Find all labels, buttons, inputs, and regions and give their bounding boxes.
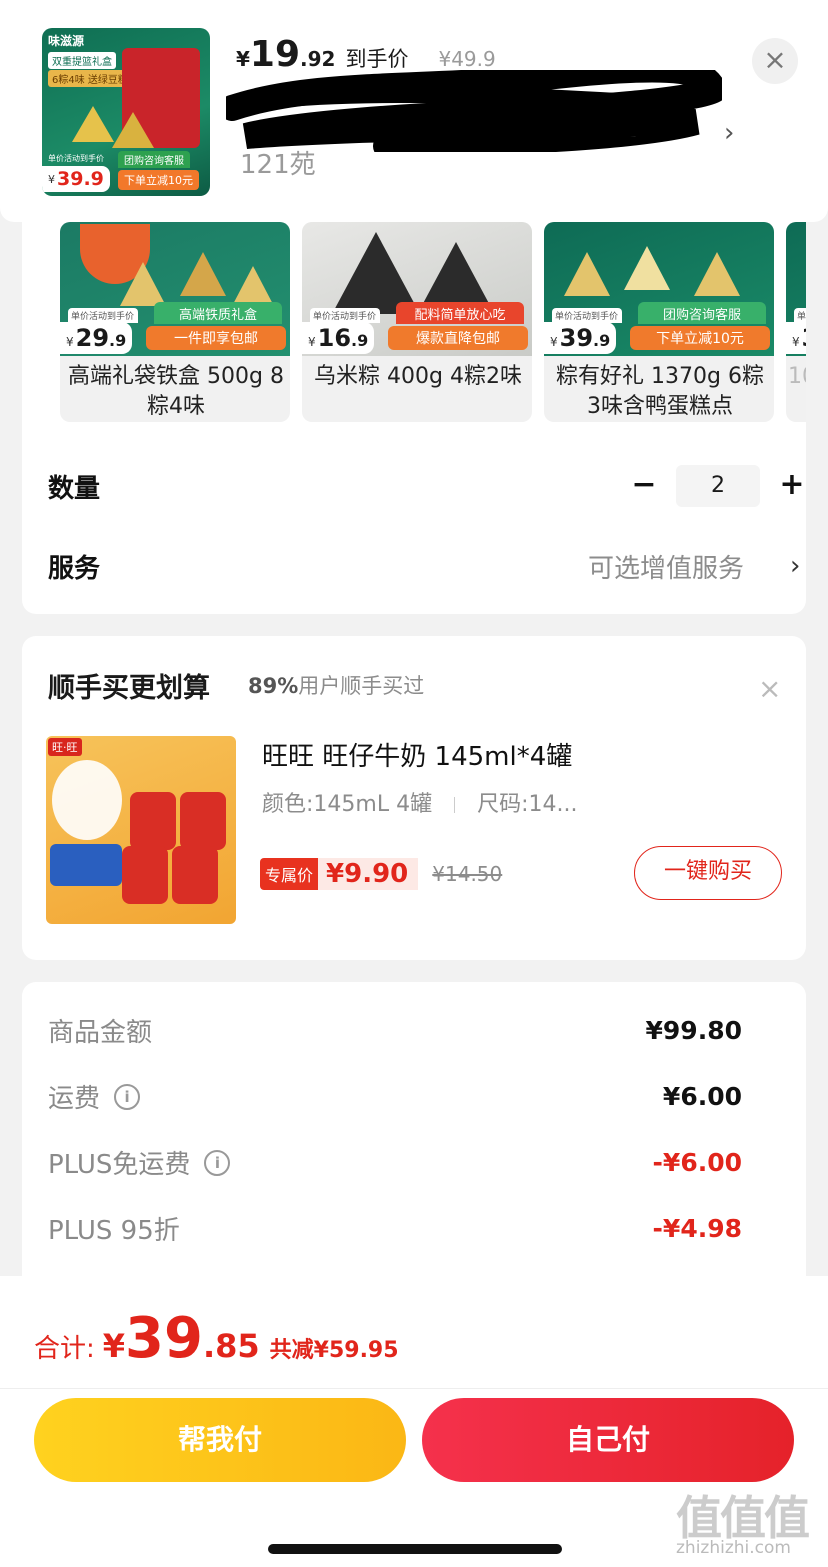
thumb-brand: 味滋源 [48, 34, 85, 48]
variant-tag: 配料简单放心吃 [396, 302, 524, 324]
exclusive-price-badge: 专属价 [260, 858, 319, 890]
close-icon: × [763, 43, 787, 76]
original-price: ¥14.50 [432, 862, 503, 886]
variant-price-label: 单价活动到手价 [68, 308, 138, 323]
checkout-bar: 合计: ¥ 39 .85 共减¥59.95 帮我付 自己付 值值值 zhizhi… [0, 1276, 828, 1567]
quantity-row: 数量 − 2 + [48, 462, 806, 510]
thumb-promo: 下单立减10元 [118, 170, 199, 190]
addon-price: 专属价 ¥9.90 ¥14.50 [260, 858, 502, 890]
plus-icon[interactable]: + [774, 468, 810, 504]
service-row[interactable]: 服务 可选增值服务 › [48, 544, 806, 588]
exclusive-price: ¥9.90 [318, 858, 419, 890]
chevron-right-icon[interactable]: › [724, 118, 734, 148]
price-summary-card: 商品金额 ¥99.80 运费 i ¥6.00 PLUS免运费 i -¥6.00 PL… [22, 982, 806, 1292]
close-button[interactable]: × [752, 38, 798, 84]
product-options-card: 单价活动到手价 ¥29.9 高端铁质礼盒 一件即享包邮 高端礼袋铁盒 500g … [22, 190, 806, 614]
summary-row: 运费 i ¥6.00 [48, 1082, 742, 1114]
divider [0, 1388, 828, 1389]
variant-tag: 一件即享包邮 [146, 326, 286, 350]
variant-option[interactable]: 单价活动到手价 ¥16.9 配料简单放心吃 爆款直降包邮 乌米粽 400g 4粽… [302, 222, 532, 422]
minus-icon[interactable]: − [626, 468, 662, 504]
thumb-price: ¥ 39.9 [42, 166, 110, 192]
final-price-label: 到手价 [345, 47, 409, 71]
variant-option[interactable]: 单价活动到手价 ¥29.9 高端铁质礼盒 一件即享包邮 高端礼袋铁盒 500g … [60, 222, 290, 422]
variant-price-label: 单价活动到手价 [794, 308, 806, 323]
service-value: 可选增值服务 [588, 553, 745, 584]
variant-price: ¥3 [786, 322, 806, 354]
brand-tag: 旺·旺 [48, 738, 82, 756]
addon-card: 顺手买更划算 89%用户顺手买过 × 旺·旺 旺旺 旺仔牛奶 145ml*4罐 … [22, 636, 806, 960]
addon-spec[interactable]: 颜色:145mL 4罐 尺码:14... [262, 786, 577, 818]
thumb-price-label: 单价活动到手价 [48, 154, 104, 163]
variant-price: ¥29.9 [60, 322, 133, 354]
chevron-right-icon: › [790, 551, 801, 581]
variant-tag: 爆款直降包邮 [388, 326, 528, 350]
variant-tag: 高端铁质礼盒 [154, 302, 282, 324]
zongzi-image [72, 106, 114, 142]
addon-product-image[interactable]: 旺·旺 [46, 736, 236, 924]
thumb-promo: 团购咨询客服 [118, 151, 190, 168]
help-pay-button[interactable]: 帮我付 [34, 1398, 406, 1482]
variant-price-label: 单价活动到手价 [310, 308, 380, 323]
quantity-input[interactable]: 2 [676, 465, 760, 507]
one-click-buy-button[interactable]: 一键购买 [634, 846, 782, 900]
variant-option[interactable]: 单价活动到手价 ¥39.9 团购咨询客服 下单立减10元 粽有好礼 1370g … [544, 222, 774, 422]
final-price: ¥ 19 .92 到手价 ¥49.9 [236, 34, 496, 75]
thumb-tag: 双重提篮礼盒 [48, 52, 116, 69]
variant-title: 粽有好礼 1370g 6粽3味含鸭蛋糕点 [556, 364, 764, 419]
original-price: ¥49.9 [438, 47, 496, 71]
thumb-tag: 6粽4味 送绿豆糕 [48, 70, 132, 87]
summary-row: PLUS免运费 i -¥6.00 [48, 1148, 742, 1180]
variant-title: 高端礼袋铁盒 500g 8粽4味 [68, 364, 284, 419]
watermark-url: zhizhizhi.com [676, 1538, 791, 1558]
variant-tag: 团购咨询客服 [638, 302, 766, 324]
variant-tag: 下单立减10元 [630, 326, 770, 350]
variant-option[interactable]: 单价活动到手价 ¥3 10 [786, 222, 806, 422]
variant-price-label: 单价活动到手价 [552, 308, 622, 323]
info-icon[interactable]: i [114, 1083, 141, 1110]
summary-row: 商品金额 ¥99.80 [48, 1016, 742, 1048]
self-pay-button[interactable]: 自己付 [422, 1398, 794, 1482]
addon-title: 顺手买更划算 [48, 673, 210, 704]
addon-product-name: 旺旺 旺仔牛奶 145ml*4罐 [262, 742, 573, 772]
variant-list[interactable]: 单价活动到手价 ¥29.9 高端铁质礼盒 一件即享包邮 高端礼袋铁盒 500g … [60, 222, 806, 422]
product-header: 味滋源 双重提篮礼盒 6粽4味 送绿豆糕 单价活动到手价 ¥ 39.9 团购咨询… [0, 0, 828, 222]
home-indicator[interactable] [268, 1544, 562, 1554]
variant-price: ¥39.9 [544, 322, 617, 354]
variant-price: ¥16.9 [302, 322, 375, 354]
variant-title: 10 [788, 364, 806, 389]
product-subtitle: 121苑 [240, 150, 316, 180]
service-label: 服务 [48, 553, 101, 584]
quantity-stepper[interactable]: − 2 + [626, 465, 810, 507]
order-total: 合计: ¥ 39 .85 共减¥59.95 [34, 1306, 399, 1371]
variant-title: 乌米粽 400g 4粽2味 [314, 364, 522, 389]
info-icon[interactable]: i [204, 1149, 231, 1176]
quantity-label: 数量 [48, 473, 101, 504]
close-icon[interactable]: × [758, 672, 781, 705]
redaction-scribble [226, 70, 722, 152]
product-thumbnail[interactable]: 味滋源 双重提篮礼盒 6粽4味 送绿豆糕 单价活动到手价 ¥ 39.9 团购咨询… [42, 28, 210, 196]
total-saving: 共减¥59.95 [269, 1338, 399, 1363]
addon-subtitle: 89%用户顺手买过 [248, 674, 425, 698]
summary-row: PLUS 95折 -¥4.98 [48, 1214, 742, 1246]
